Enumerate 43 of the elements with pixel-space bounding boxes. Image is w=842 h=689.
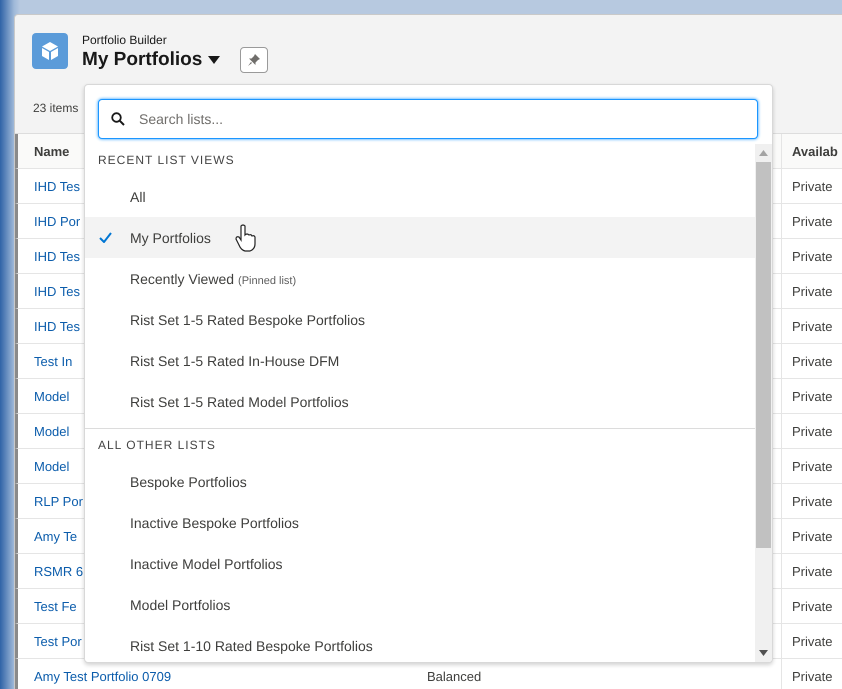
- table-cell: Private: [792, 354, 832, 368]
- column-header[interactable]: Availab: [792, 144, 838, 158]
- table-cell: Private: [792, 284, 832, 298]
- table-cell: Private: [792, 458, 832, 474]
- table-cell: Private: [792, 598, 832, 614]
- table-cell-text: Balanced: [426, 668, 482, 684]
- item-count: 23 items: [33, 101, 78, 115]
- list-view-item[interactable]: Rist Set 1-5 Rated Bespoke Portfolios: [85, 299, 755, 340]
- table-cell: Private: [792, 528, 832, 544]
- list-view-item[interactable]: Model Portfolios: [85, 584, 755, 625]
- search-field[interactable]: Search lists...: [98, 99, 758, 139]
- table-cell: Private: [792, 388, 832, 404]
- list-view-item[interactable]: Inactive Model Portfolios: [85, 543, 755, 584]
- section-heading: ALL OTHER LISTS: [97, 437, 217, 454]
- section-heading: RECENT LIST VIEWS: [97, 152, 236, 169]
- table-cell: Private: [792, 668, 832, 684]
- search-icon: [111, 112, 125, 126]
- pin-icon: [247, 53, 262, 67]
- scroll-down-icon[interactable]: [759, 650, 768, 656]
- list-title[interactable]: My Portfolios: [82, 49, 202, 71]
- caret-down-icon[interactable]: [208, 56, 220, 64]
- portfolio-link[interactable]: Amy Test Portfolio 0709: [18, 668, 411, 684]
- list-view-item[interactable]: Bespoke Portfolios: [85, 461, 755, 502]
- table-cell: Private: [792, 564, 832, 578]
- pin-button[interactable]: [240, 47, 268, 73]
- hand-cursor-icon: [235, 224, 257, 252]
- table-cell: Private: [792, 424, 832, 438]
- table-cell: Private: [792, 248, 832, 264]
- list-view-item[interactable]: Inactive Bespoke Portfolios: [85, 502, 755, 543]
- list-view-item[interactable]: Rist Set 1-5 Rated In-House DFM: [85, 340, 755, 381]
- scrollbar[interactable]: [755, 144, 772, 662]
- list-view-item[interactable]: Rist Set 1-5 Rated Model Portfolios: [85, 381, 755, 422]
- list-view-item[interactable]: Rist Set 1-10 Rated Bespoke Portfolios: [85, 625, 755, 662]
- cube-icon: [32, 33, 68, 69]
- table-cell: Private: [792, 318, 832, 334]
- table-cell: Private: [792, 214, 832, 228]
- list-view-item[interactable]: My Portfolios: [85, 217, 755, 258]
- list-view-item[interactable]: All: [85, 176, 755, 217]
- table-cell: Private: [792, 634, 832, 648]
- app-name: Portfolio Builder: [82, 33, 168, 47]
- table-cell: Private: [792, 178, 832, 194]
- table-cell: Private: [792, 494, 832, 508]
- list-view-item[interactable]: Recently Viewed (Pinned list): [85, 258, 755, 299]
